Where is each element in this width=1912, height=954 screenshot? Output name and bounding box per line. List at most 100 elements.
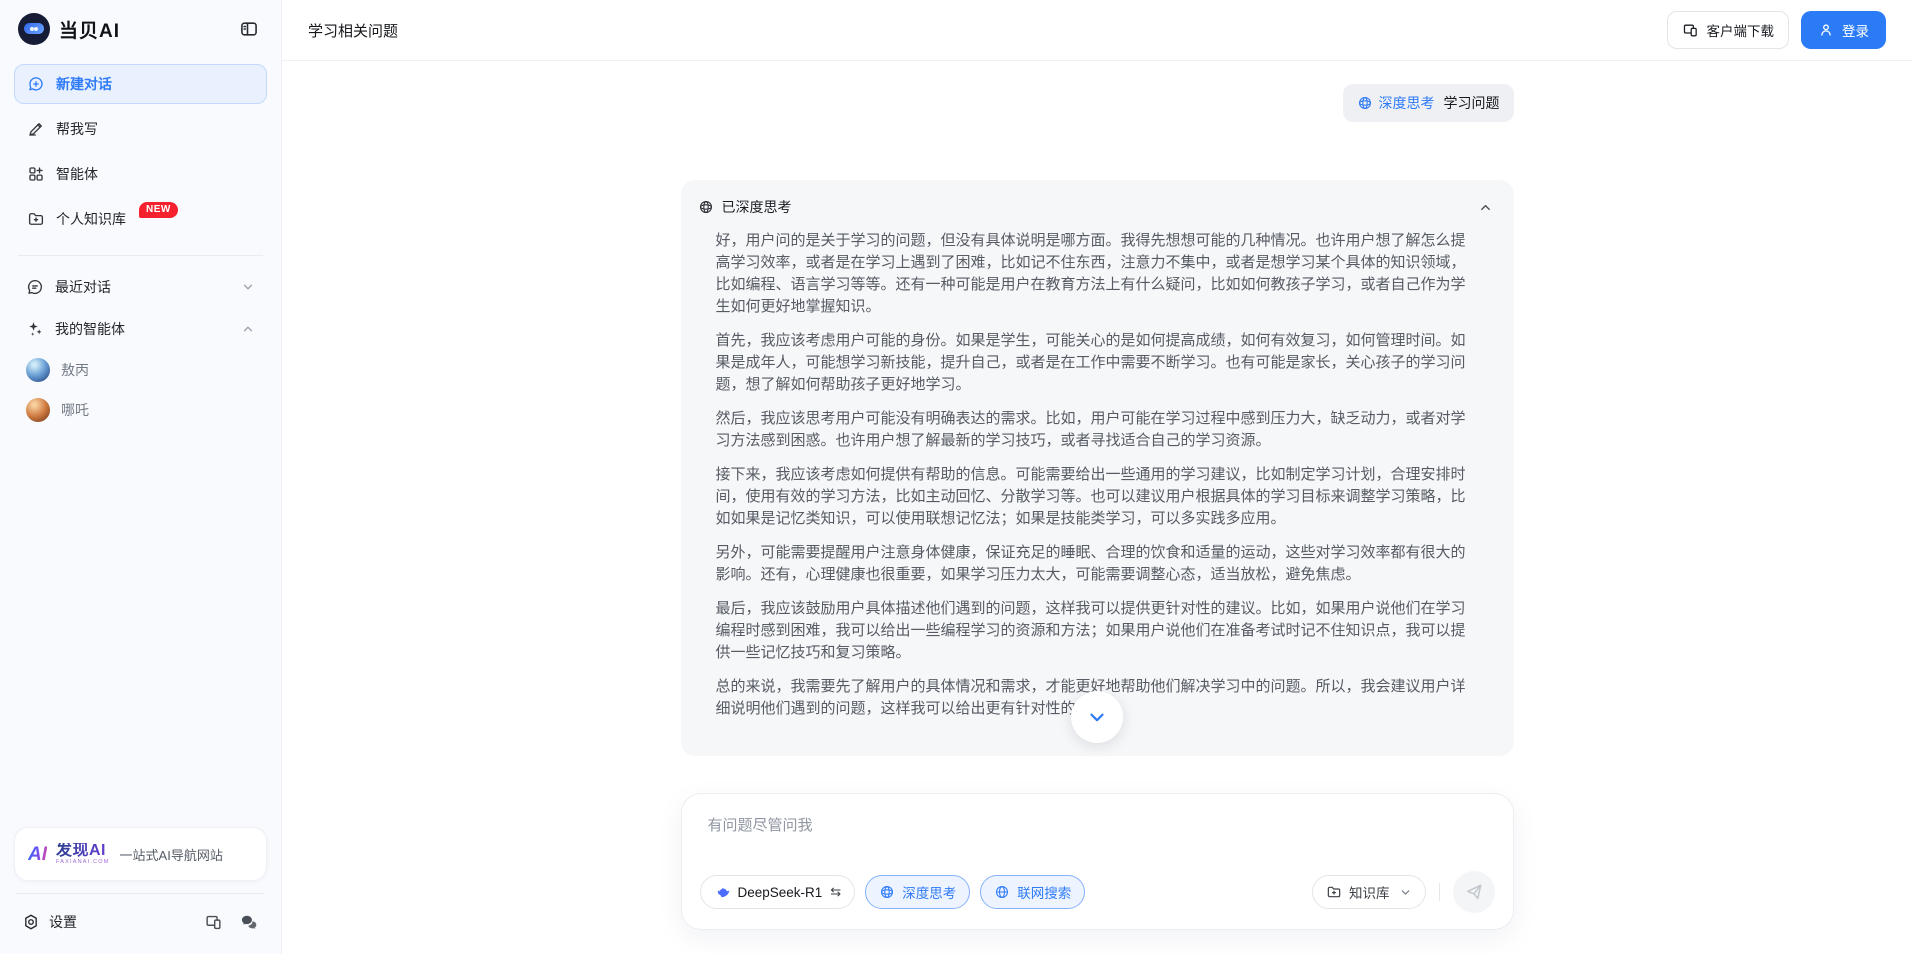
promo-brand: 发现AI FAXIANAI.COM (56, 843, 110, 866)
main-header: 学习相关问题 客户端下载 登录 (282, 0, 1912, 61)
atom-icon (1357, 95, 1373, 111)
model-selector-button[interactable]: DeepSeek-R1 ⇆ (700, 875, 856, 909)
chevron-down-icon (1086, 706, 1108, 728)
chevron-down-icon (1399, 886, 1412, 899)
app-title: 当贝AI (59, 16, 120, 43)
sidebar-agent-aobing[interactable]: 敖丙 (14, 351, 267, 389)
button-label: 登录 (1842, 20, 1869, 40)
sidebar-item-agents[interactable]: 智能体 (14, 154, 267, 194)
avatar (26, 358, 50, 382)
thinking-paragraph: 然后，我应该思考用户可能没有明确表达的需求。比如，用户可能在学习过程中感到压力大… (716, 408, 1479, 452)
thinking-panel-header[interactable]: 已深度思考 (698, 197, 1497, 217)
avatar (26, 398, 50, 422)
thinking-paragraph: 好，用户问的是关于学习的问题，但没有具体说明是哪方面。我得先想想可能的几种情况。… (716, 230, 1479, 318)
settings-row: 设置 (14, 900, 267, 944)
sidebar-divider (18, 255, 263, 256)
app-root: 当贝AI 新建对话 帮我写 (0, 0, 1912, 954)
chevron-up-icon (1478, 200, 1497, 215)
model-label: DeepSeek-R1 (738, 885, 823, 900)
sidebar-section-recent-chats[interactable]: 最近对话 (14, 267, 267, 307)
settings-button[interactable]: 设置 (22, 912, 77, 932)
composer-right-group: 知识库 (1312, 871, 1495, 913)
sidebar-collapse-button[interactable] (235, 15, 263, 43)
sidebar-item-label: 新建对话 (56, 74, 112, 94)
agent-name: 哪吒 (61, 400, 89, 420)
devices-icon (1682, 22, 1699, 39)
faxian-ai-logo-icon: AI (28, 845, 47, 864)
sidebar-item-new-chat[interactable]: 新建对话 (14, 64, 267, 104)
swap-icon: ⇆ (830, 884, 841, 900)
faxian-ai-promo-card[interactable]: AI 发现AI FAXIANAI.COM 一站式AI导航网站 (14, 827, 267, 881)
atom-icon (698, 199, 714, 215)
sidebar-item-help-write[interactable]: 帮我写 (14, 109, 267, 149)
sidebar-footer: AI 发现AI FAXIANAI.COM 一站式AI导航网站 设置 (14, 827, 267, 954)
new-badge: NEW (139, 202, 178, 218)
atom-icon (879, 884, 895, 900)
scroll-to-bottom-button[interactable] (1071, 691, 1123, 743)
thinking-paragraph: 另外，可能需要提醒用户注意身体健康，保证充足的睡眠、合理的饮食和适量的运动，这些… (716, 542, 1479, 586)
message-circle-icon (26, 278, 44, 296)
panel-collapse-icon (239, 19, 259, 39)
composer-toolbar: DeepSeek-R1 ⇆ 深度思考 联网搜索 (700, 871, 1495, 913)
sparkles-icon (26, 320, 44, 338)
knowledge-base-selector[interactable]: 知识库 (1312, 875, 1426, 909)
chat-plus-icon (27, 75, 45, 93)
sidebar-section-my-agents[interactable]: 我的智能体 (14, 309, 267, 349)
deep-think-tag: 深度思考 (1357, 93, 1435, 113)
thinking-paragraph: 最后，我应该鼓励用户具体描述他们遇到的问题，这样我可以提供更针对性的建议。比如，… (716, 598, 1479, 664)
chat-scroll-area[interactable]: 深度思考 学习问题 已深度思考 (282, 61, 1912, 793)
section-label: 最近对话 (55, 277, 111, 297)
robot-logo-icon (18, 13, 50, 45)
toggle-label: 深度思考 (902, 882, 956, 902)
user-message-text: 学习问题 (1444, 93, 1500, 113)
sidebar-header: 当贝AI (14, 0, 267, 58)
grid-plus-icon (27, 165, 45, 183)
vertical-divider (1439, 883, 1440, 901)
wechat-icon[interactable] (239, 912, 259, 932)
main-area: 学习相关问题 客户端下载 登录 (282, 0, 1912, 954)
page-title: 学习相关问题 (308, 20, 398, 41)
header-actions: 客户端下载 登录 (1667, 11, 1887, 49)
gear-icon (22, 913, 40, 931)
sidebar-item-knowledge-base[interactable]: 个人知识库 NEW (14, 199, 267, 239)
thinking-title: 已深度思考 (722, 197, 792, 217)
globe-icon (994, 884, 1010, 900)
agent-name: 敖丙 (61, 360, 89, 380)
sidebar-item-label: 个人知识库 (56, 209, 126, 229)
composer: 有问题尽管问我 DeepSeek-R1 ⇆ 深度思考 (681, 793, 1514, 930)
deep-think-toggle[interactable]: 深度思考 (865, 875, 970, 909)
person-icon (1818, 22, 1834, 38)
settings-label: 设置 (49, 912, 77, 932)
deepseek-whale-icon (714, 884, 731, 901)
user-message-bubble: 深度思考 学习问题 (1343, 84, 1514, 122)
section-label: 我的智能体 (55, 319, 125, 339)
sidebar: 当贝AI 新建对话 帮我写 (0, 0, 282, 954)
thinking-paragraph: 首先，我应该考虑用户可能的身份。如果是学生，可能关心的是如何提高成绩，如何有效复… (716, 330, 1479, 396)
sidebar-item-label: 智能体 (56, 164, 98, 184)
sidebar-agent-nezha[interactable]: 哪吒 (14, 391, 267, 429)
user-message-row: 深度思考 学习问题 (681, 84, 1514, 122)
login-button[interactable]: 登录 (1801, 11, 1886, 49)
sidebar-divider (16, 893, 265, 894)
folder-plus-icon (27, 210, 45, 228)
chat-input[interactable]: 有问题尽管问我 (700, 814, 1495, 835)
tag-label: 深度思考 (1379, 93, 1435, 113)
chevron-up-icon (241, 322, 255, 336)
toggle-label: 联网搜索 (1017, 882, 1071, 902)
send-button[interactable] (1453, 871, 1495, 913)
chevron-down-icon (241, 280, 255, 294)
mobile-app-icon[interactable] (204, 913, 223, 932)
promo-tagline: 一站式AI导航网站 (120, 845, 223, 864)
thinking-paragraph: 接下来，我应该考虑如何提供有帮助的信息。可能需要给出一些通用的学习建议，比如制定… (716, 464, 1479, 530)
thinking-panel: 已深度思考 好，用户问的是关于学习的问题，但没有具体说明是哪方面。我得先想想可能… (681, 180, 1514, 756)
chat-column: 深度思考 学习问题 已深度思考 (681, 84, 1514, 793)
app-logo: 当贝AI (18, 13, 120, 45)
sidebar-item-label: 帮我写 (56, 119, 98, 139)
button-label: 客户端下载 (1707, 20, 1775, 40)
web-search-toggle[interactable]: 联网搜索 (980, 875, 1085, 909)
sidebar-nav: 新建对话 帮我写 智能体 个人知识库 NEW (14, 64, 267, 244)
pencil-icon (27, 120, 45, 138)
paper-plane-icon (1464, 882, 1484, 902)
client-download-button[interactable]: 客户端下载 (1667, 11, 1790, 49)
folder-icon (1326, 884, 1342, 900)
